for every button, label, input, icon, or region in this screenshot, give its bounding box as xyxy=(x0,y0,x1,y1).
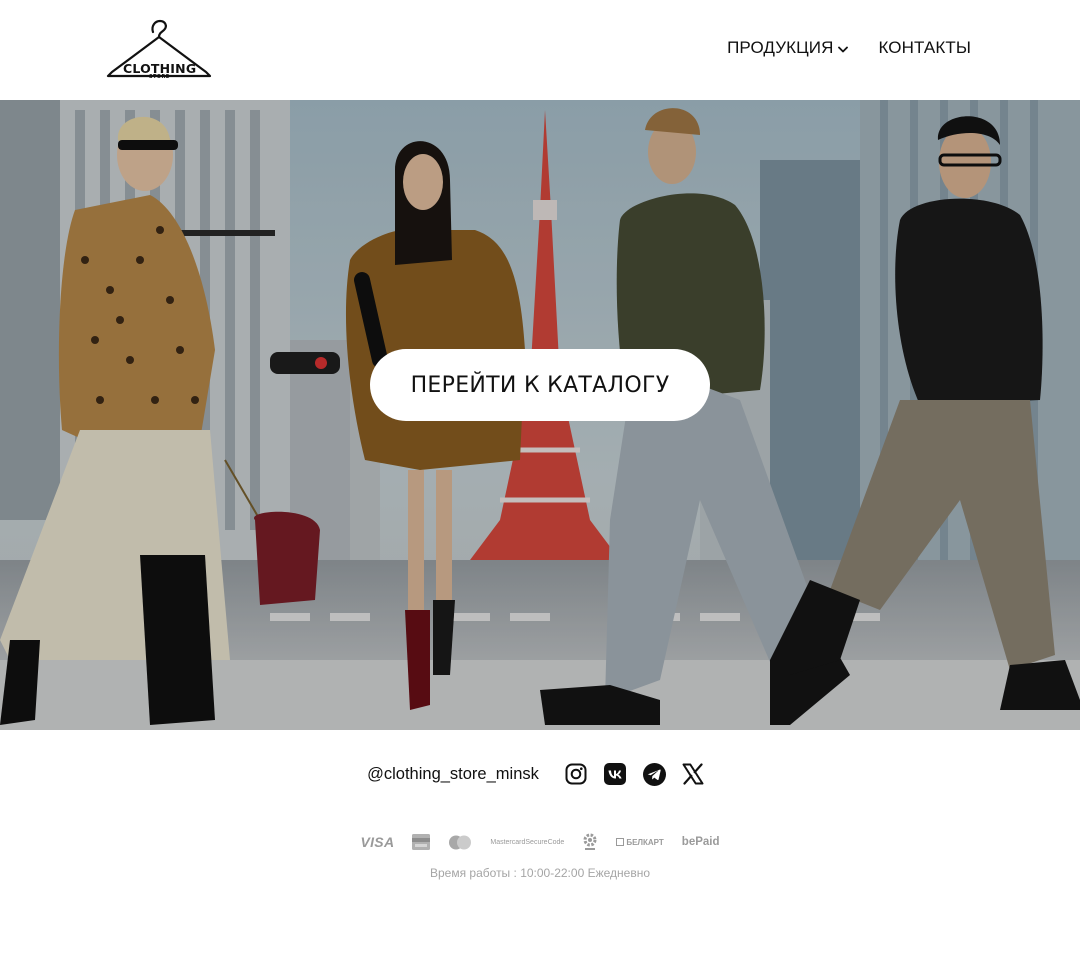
mastercard-securecode-logo: Mastercard SecureCode xyxy=(490,838,565,846)
visa-logo: VISA xyxy=(360,834,395,850)
main-nav: ПРОДУКЦИЯ КОНТАКТЫ xyxy=(727,38,971,58)
belkart-logo: БЕЛКАРТ xyxy=(616,838,664,847)
social-handle[interactable]: @clothing_store_minsk xyxy=(367,765,539,784)
payment-methods: VISA Mastercard SecureCode БЕЛКАРТ bePai… xyxy=(0,833,1080,851)
nav-products[interactable]: ПРОДУКЦИЯ xyxy=(727,38,849,58)
x-icon[interactable] xyxy=(681,762,705,786)
go-to-catalog-button[interactable]: ПЕРЕЙТИ К КАТАЛОГУ xyxy=(370,349,710,421)
instagram-icon[interactable] xyxy=(564,762,588,786)
logo-subtitle: STORE xyxy=(149,74,170,80)
belkart-gear-icon xyxy=(582,833,598,851)
store-logo[interactable]: CLOTHING STORE xyxy=(106,18,212,82)
nav-products-label: ПРОДУКЦИЯ xyxy=(727,38,834,57)
site-header: CLOTHING STORE ПРОДУКЦИЯ КОНТАКТЫ xyxy=(0,0,1080,100)
bepaid-logo: bePaid xyxy=(681,836,720,848)
social-bar: @clothing_store_minsk xyxy=(0,762,1080,786)
nav-contacts-label: КОНТАКТЫ xyxy=(878,38,971,57)
working-hours: Время работы : 10:00-22:00 Ежедневно xyxy=(430,866,650,880)
chevron-down-icon xyxy=(838,46,849,53)
hero-banner: ПЕРЕЙТИ К КАТАЛОГУ xyxy=(0,100,1080,730)
nav-contacts[interactable]: КОНТАКТЫ xyxy=(878,38,971,58)
vk-icon[interactable] xyxy=(603,762,627,786)
telegram-icon[interactable] xyxy=(642,762,666,786)
visa-card-icon xyxy=(412,834,431,850)
mastercard-icon xyxy=(448,835,472,850)
